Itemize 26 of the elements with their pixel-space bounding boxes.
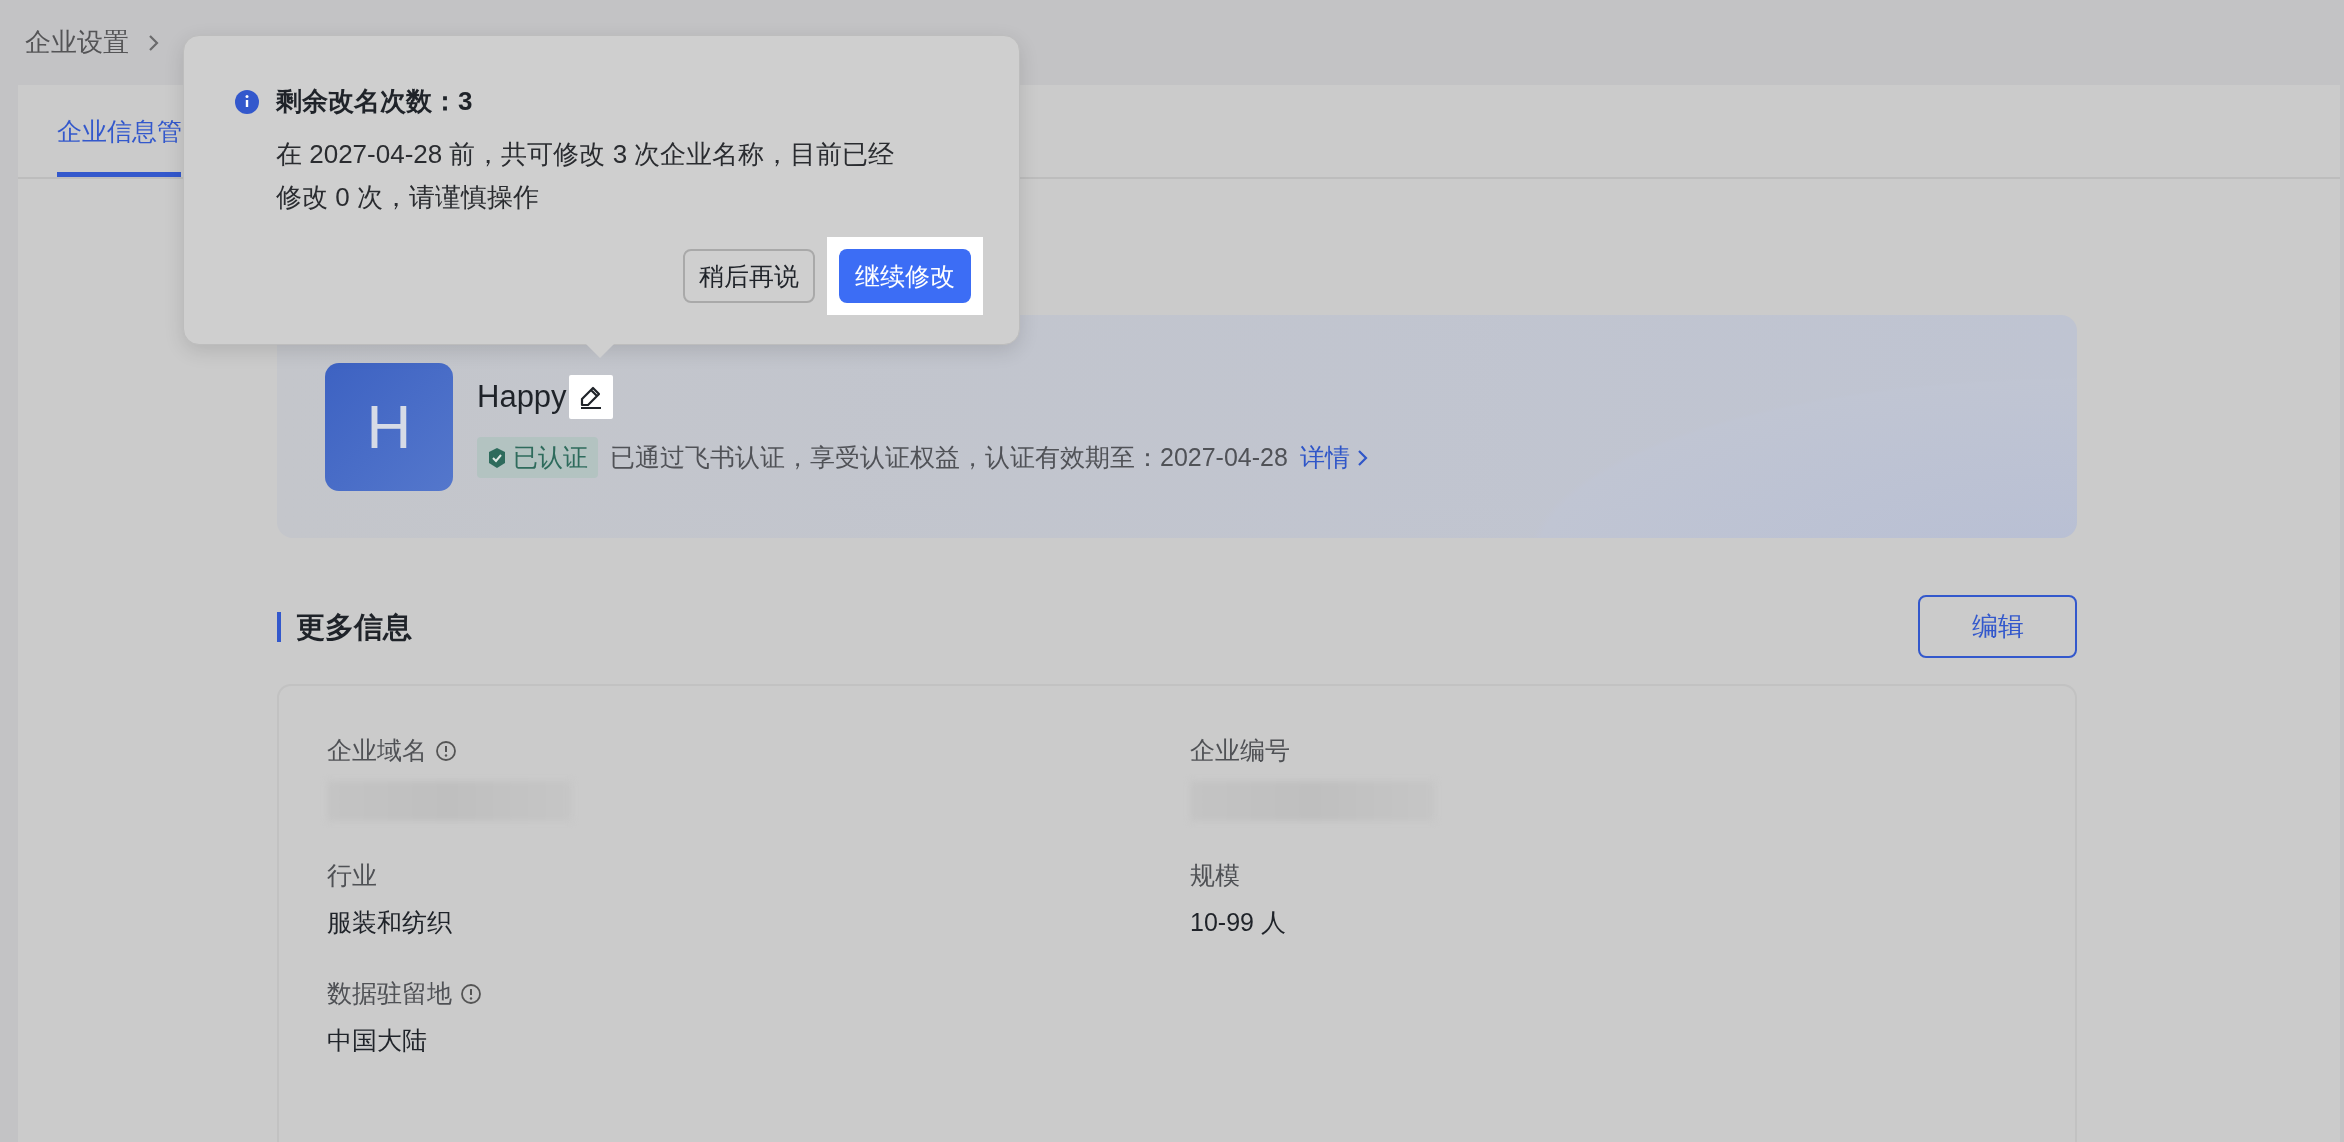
field-label: 数据驻留地 <box>327 978 452 1009</box>
chevron-right-icon <box>1355 447 1370 468</box>
field-value: 服装和纺织 <box>327 907 453 938</box>
company-name: Happy <box>477 379 567 415</box>
field-value: 10-99 人 <box>1190 907 1287 938</box>
field-label: 行业 <box>327 860 377 891</box>
company-avatar: H <box>325 362 453 491</box>
info-icon <box>234 88 260 115</box>
popover-title: 剩余改名次数：3 <box>276 85 473 118</box>
info-icon <box>435 739 457 762</box>
field-label: 规模 <box>1190 860 1240 891</box>
later-button[interactable]: 稍后再说 <box>683 249 815 303</box>
field-label: 企业域名 <box>327 735 427 766</box>
verification-status: 已通过飞书认证，享受认证权益，认证有效期至：2027-04-28 <box>610 442 1288 473</box>
popover-message: 在 2027-04-28 前，共可修改 3 次企业名称，目前已经修改 0 次，请谨慎操作 <box>276 138 896 214</box>
field-value: 中国大陆 <box>327 1025 428 1056</box>
breadcrumb-item[interactable]: 企业设置 <box>25 25 129 60</box>
field-label: 企业编号 <box>1190 735 1290 766</box>
info-icon <box>460 982 482 1005</box>
verified-badge: 已认证 <box>477 437 598 478</box>
details-link[interactable]: 详情 <box>1299 441 1370 474</box>
chevron-right-icon <box>147 32 161 53</box>
edit-button[interactable]: 编辑 <box>1918 595 2077 658</box>
edit-icon[interactable] <box>568 375 613 419</box>
continue-button[interactable]: 继续修改 <box>839 249 971 303</box>
section-title: 更多信息 <box>277 611 412 642</box>
